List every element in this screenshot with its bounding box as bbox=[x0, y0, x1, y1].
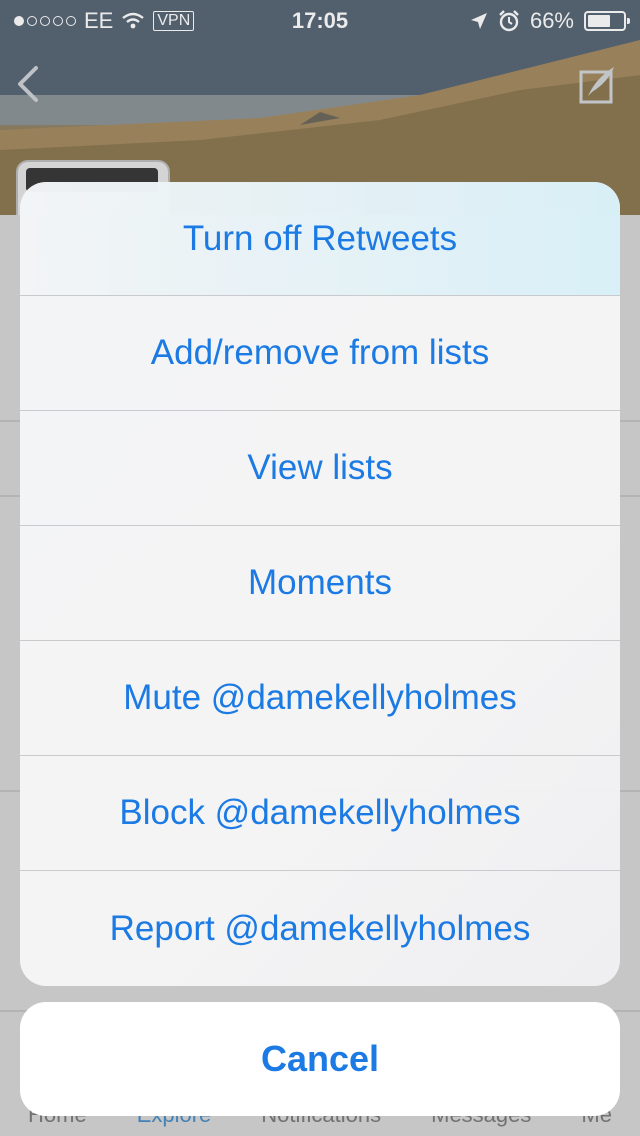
cancel-button[interactable]: Cancel bbox=[20, 1002, 620, 1116]
add-remove-from-lists-button[interactable]: Add/remove from lists bbox=[20, 296, 620, 411]
action-sheet: Turn off Retweets Add/remove from lists … bbox=[20, 182, 620, 986]
turn-off-retweets-button[interactable]: Turn off Retweets bbox=[20, 182, 620, 296]
block-user-button[interactable]: Block @damekellyholmes bbox=[20, 756, 620, 871]
view-lists-button[interactable]: View lists bbox=[20, 411, 620, 526]
moments-button[interactable]: Moments bbox=[20, 526, 620, 641]
mute-user-button[interactable]: Mute @damekellyholmes bbox=[20, 641, 620, 756]
report-user-button[interactable]: Report @damekellyholmes bbox=[20, 871, 620, 986]
